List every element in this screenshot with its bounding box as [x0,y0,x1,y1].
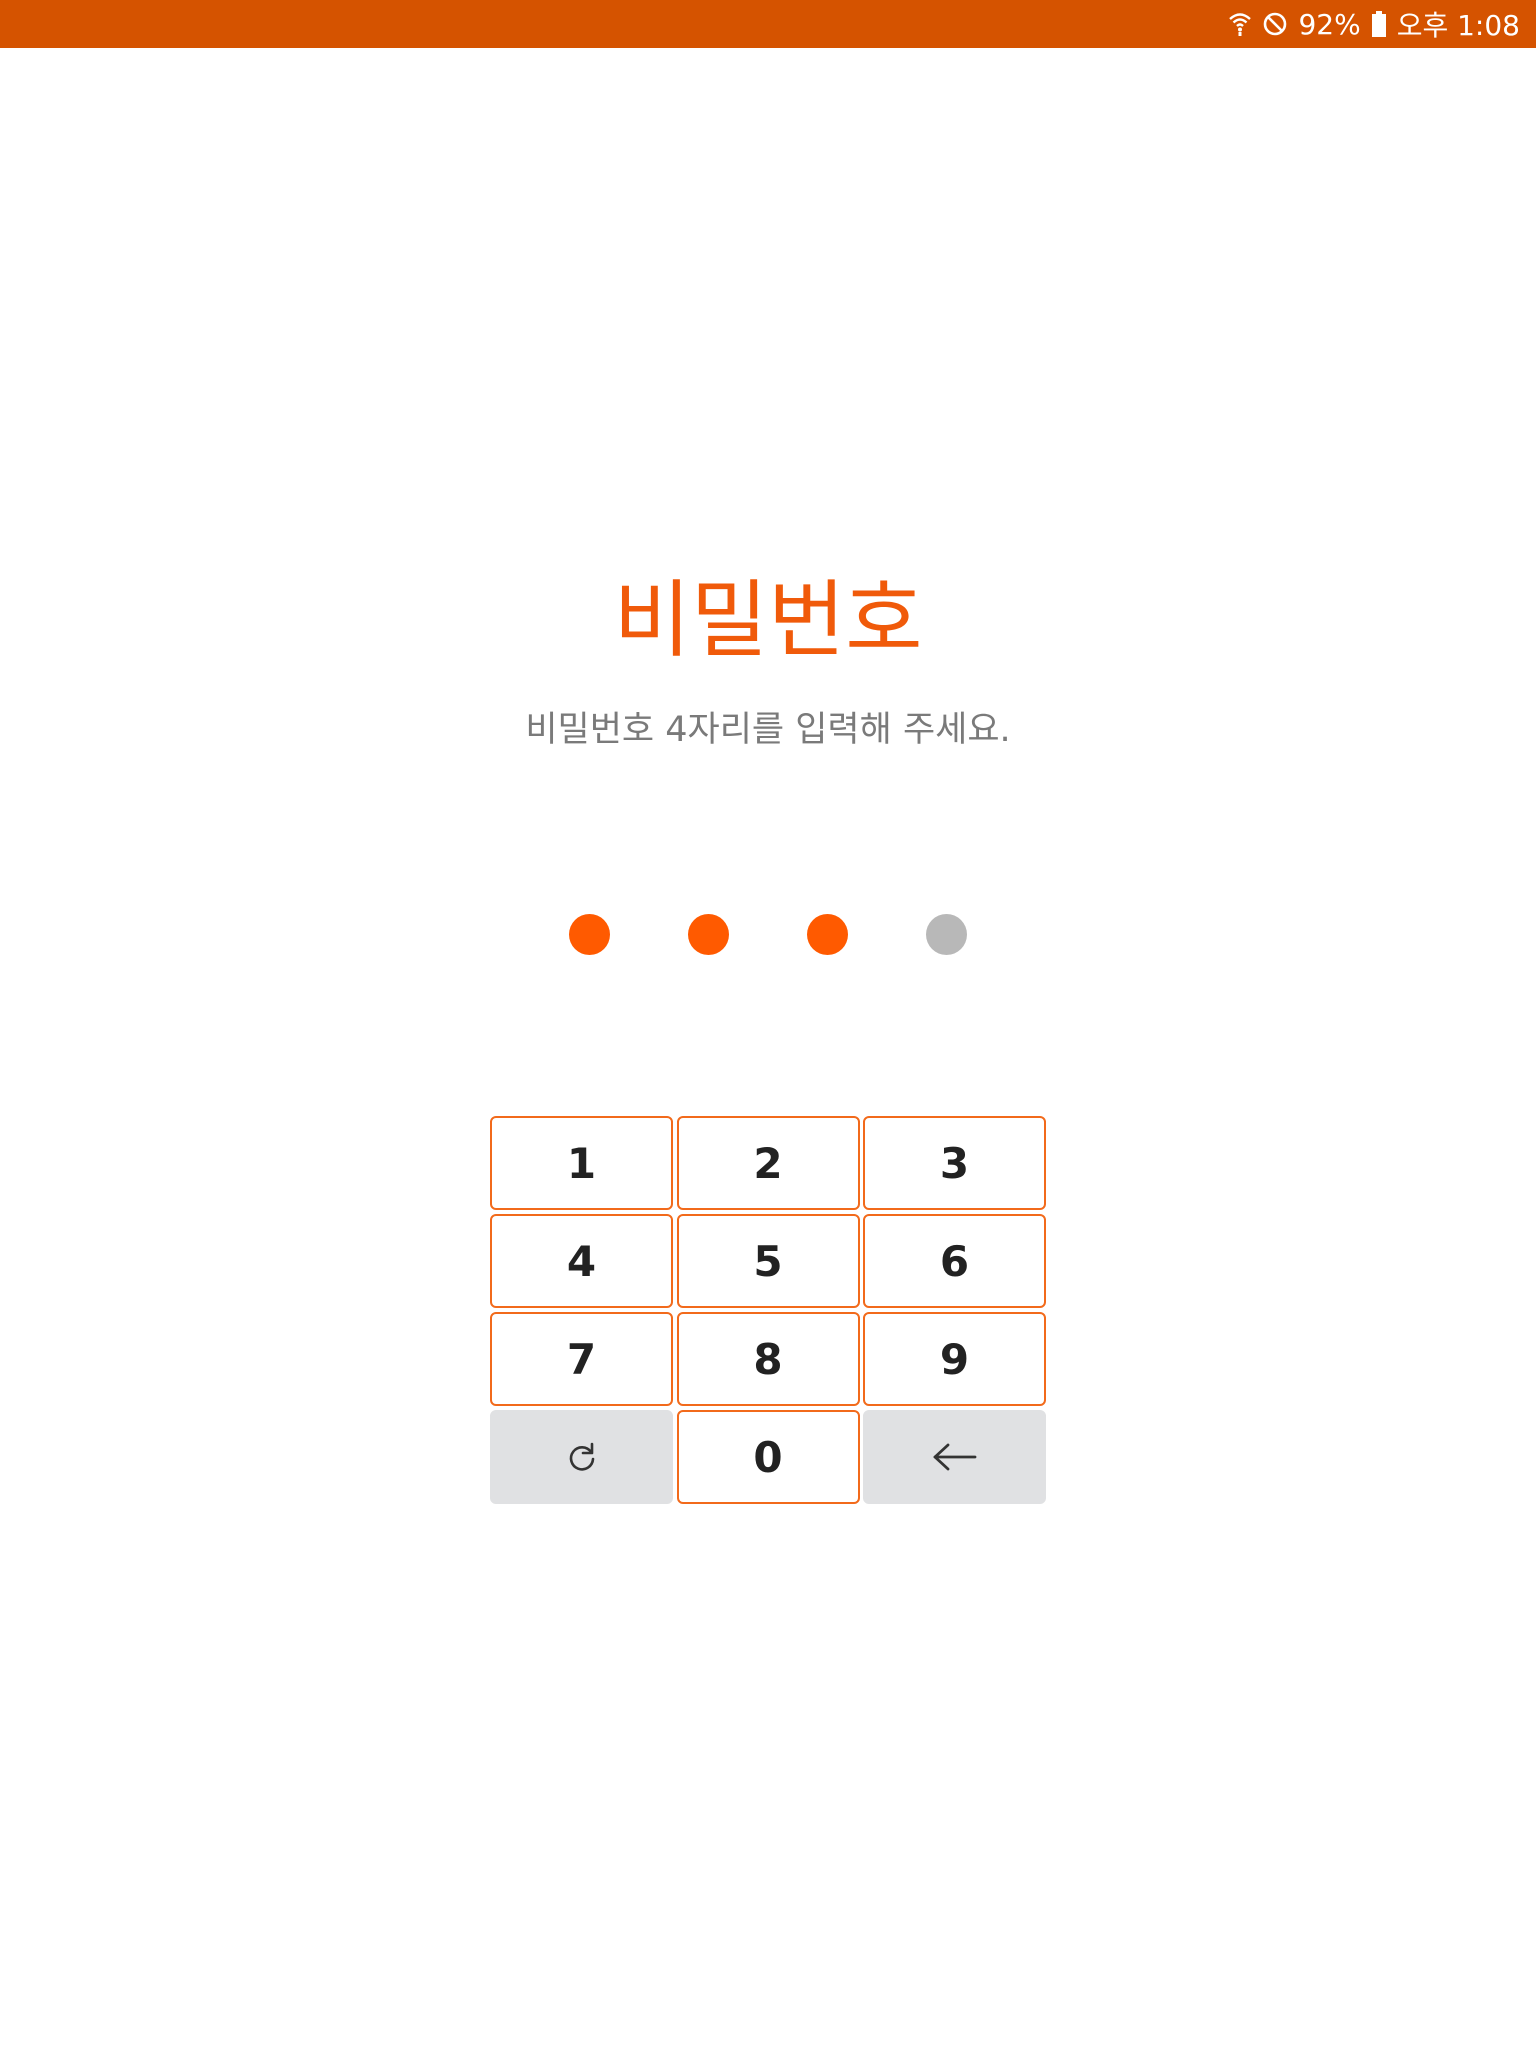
key-2[interactable]: 2 [676,1116,860,1210]
pin-instruction: 비밀번호 4자리를 입력해 주세요. [525,710,1011,750]
pin-dot-3 [807,914,848,955]
pin-indicator [0,914,1536,956]
battery-percent: 92% [1298,7,1361,41]
key-0[interactable]: 0 [676,1410,860,1504]
numeric-keypad: 1 2 3 4 5 6 7 8 9 0 [490,1116,1046,1504]
shuffle-keypad-button[interactable] [490,1410,673,1504]
pin-dot-1 [569,914,610,955]
arrow-left-icon [932,1442,978,1472]
key-9[interactable]: 9 [863,1312,1046,1406]
key-1[interactable]: 1 [490,1116,673,1210]
pin-dot-2 [688,914,729,955]
key-3[interactable]: 3 [863,1116,1046,1210]
backspace-button[interactable] [863,1410,1046,1504]
battery-icon [1371,10,1387,38]
key-8[interactable]: 8 [676,1312,860,1406]
key-6[interactable]: 6 [863,1214,1046,1308]
key-4[interactable]: 4 [490,1214,673,1308]
wifi-icon [1228,11,1252,37]
pin-dot-4 [926,914,967,955]
page-title: 비밀번호 [613,571,923,669]
key-5[interactable]: 5 [676,1214,860,1308]
clock: 오후 1:08 [1396,9,1520,42]
do-not-disturb-icon [1262,11,1288,37]
key-7[interactable]: 7 [490,1312,673,1406]
refresh-icon [565,1440,599,1474]
status-bar: 92% 오후 1:08 [0,0,1536,48]
